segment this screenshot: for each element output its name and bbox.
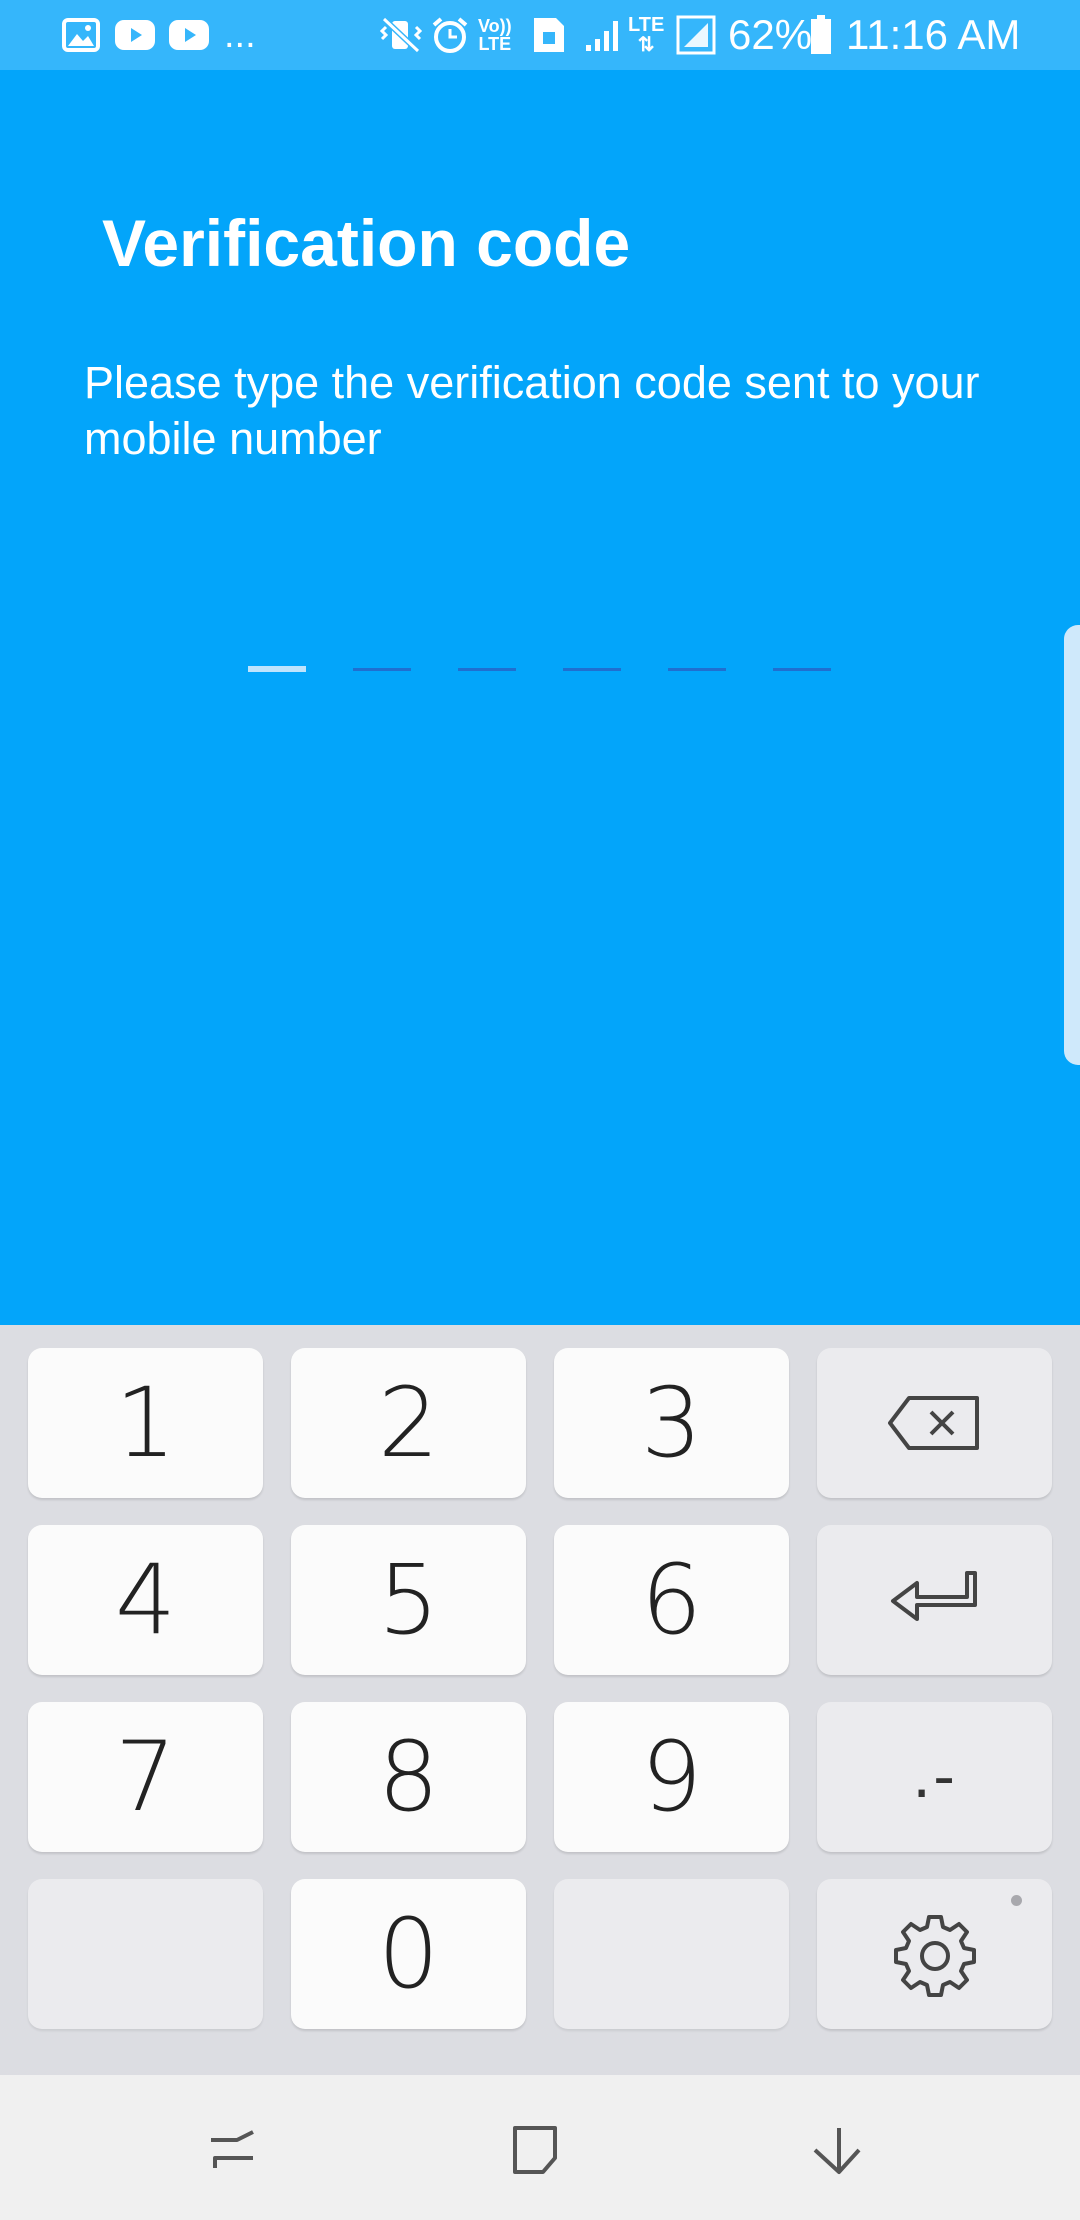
key-5[interactable]: 5: [291, 1525, 526, 1675]
youtube-icon: [114, 0, 156, 70]
code-digit-slot[interactable]: [668, 668, 726, 671]
page-title: Verification code: [102, 206, 631, 280]
blank-key: [554, 1879, 789, 2029]
code-digit-slot[interactable]: [773, 668, 831, 671]
status-bar: ... Vo)) LTE LTE ⇅ 62% 11:16 AM: [0, 0, 1080, 70]
key-label: 4: [114, 1544, 177, 1656]
key-0[interactable]: 0: [291, 1879, 526, 2029]
code-digit-slot[interactable]: [563, 668, 621, 671]
key-9[interactable]: 9: [554, 1702, 789, 1852]
key-label: 9: [640, 1721, 703, 1833]
edge-panel-handle[interactable]: [1064, 625, 1080, 1065]
back-button[interactable]: [792, 2105, 882, 2195]
key-label: .-: [912, 1742, 957, 1812]
youtube-icon: [168, 0, 210, 70]
vibrate-icon: [380, 0, 422, 70]
key-label: 5: [377, 1544, 440, 1656]
backspace-key[interactable]: [817, 1348, 1052, 1498]
code-digit-slot[interactable]: [248, 666, 306, 672]
key-label: 2: [377, 1367, 440, 1479]
settings-icon: [893, 1915, 976, 1997]
keyboard-settings-key[interactable]: [817, 1879, 1052, 2029]
key-2[interactable]: 2: [291, 1348, 526, 1498]
key-7[interactable]: 7: [28, 1702, 263, 1852]
code-digit-slot[interactable]: [353, 668, 411, 671]
backspace-icon: [887, 1396, 979, 1450]
code-digit-slot[interactable]: [458, 668, 516, 671]
clock: 11:16 AM: [846, 11, 1021, 58]
symbol-key[interactable]: .-: [817, 1702, 1052, 1852]
lte-signal-icon: [676, 0, 716, 70]
verification-screen: Verification code Please type the verifi…: [0, 70, 1080, 1325]
notification-dot: [1011, 1895, 1022, 1906]
home-button[interactable]: [490, 2105, 580, 2195]
key-6[interactable]: 6: [554, 1525, 789, 1675]
enter-key[interactable]: [817, 1525, 1052, 1675]
alarm-icon: [430, 0, 470, 70]
numeric-keyboard: 1 2 3 4 5 6 7 8 9 .- 0: [0, 1325, 1080, 2075]
battery-icon: [810, 0, 832, 70]
key-label: 7: [114, 1721, 177, 1833]
blank-key: [28, 1879, 263, 2029]
key-4[interactable]: 4: [28, 1525, 263, 1675]
key-label: 0: [377, 1898, 440, 2010]
key-label: 1: [114, 1367, 177, 1479]
key-1[interactable]: 1: [28, 1348, 263, 1498]
home-icon: [513, 2126, 557, 2174]
key-8[interactable]: 8: [291, 1702, 526, 1852]
instruction-text: Please type the verification code sent t…: [84, 357, 980, 464]
recent-apps-button[interactable]: [188, 2105, 278, 2195]
volte-icon: Vo)) LTE: [478, 16, 512, 54]
lte-label: LTE ⇅: [628, 14, 665, 56]
key-label: 8: [377, 1721, 440, 1833]
enter-icon: [890, 1571, 977, 1621]
key-label: 3: [640, 1367, 703, 1479]
overflow-indicator: ...: [224, 13, 256, 56]
sim-icon: [532, 0, 566, 70]
key-3[interactable]: 3: [554, 1348, 789, 1498]
back-icon: [813, 2128, 861, 2174]
recent-apps-icon: [211, 2130, 254, 2168]
navigation-bar: [0, 2075, 1080, 2220]
signal-icon: [584, 0, 624, 70]
key-label: 6: [640, 1544, 703, 1656]
battery-percent: 62%: [728, 11, 813, 58]
image-icon: [62, 0, 100, 70]
